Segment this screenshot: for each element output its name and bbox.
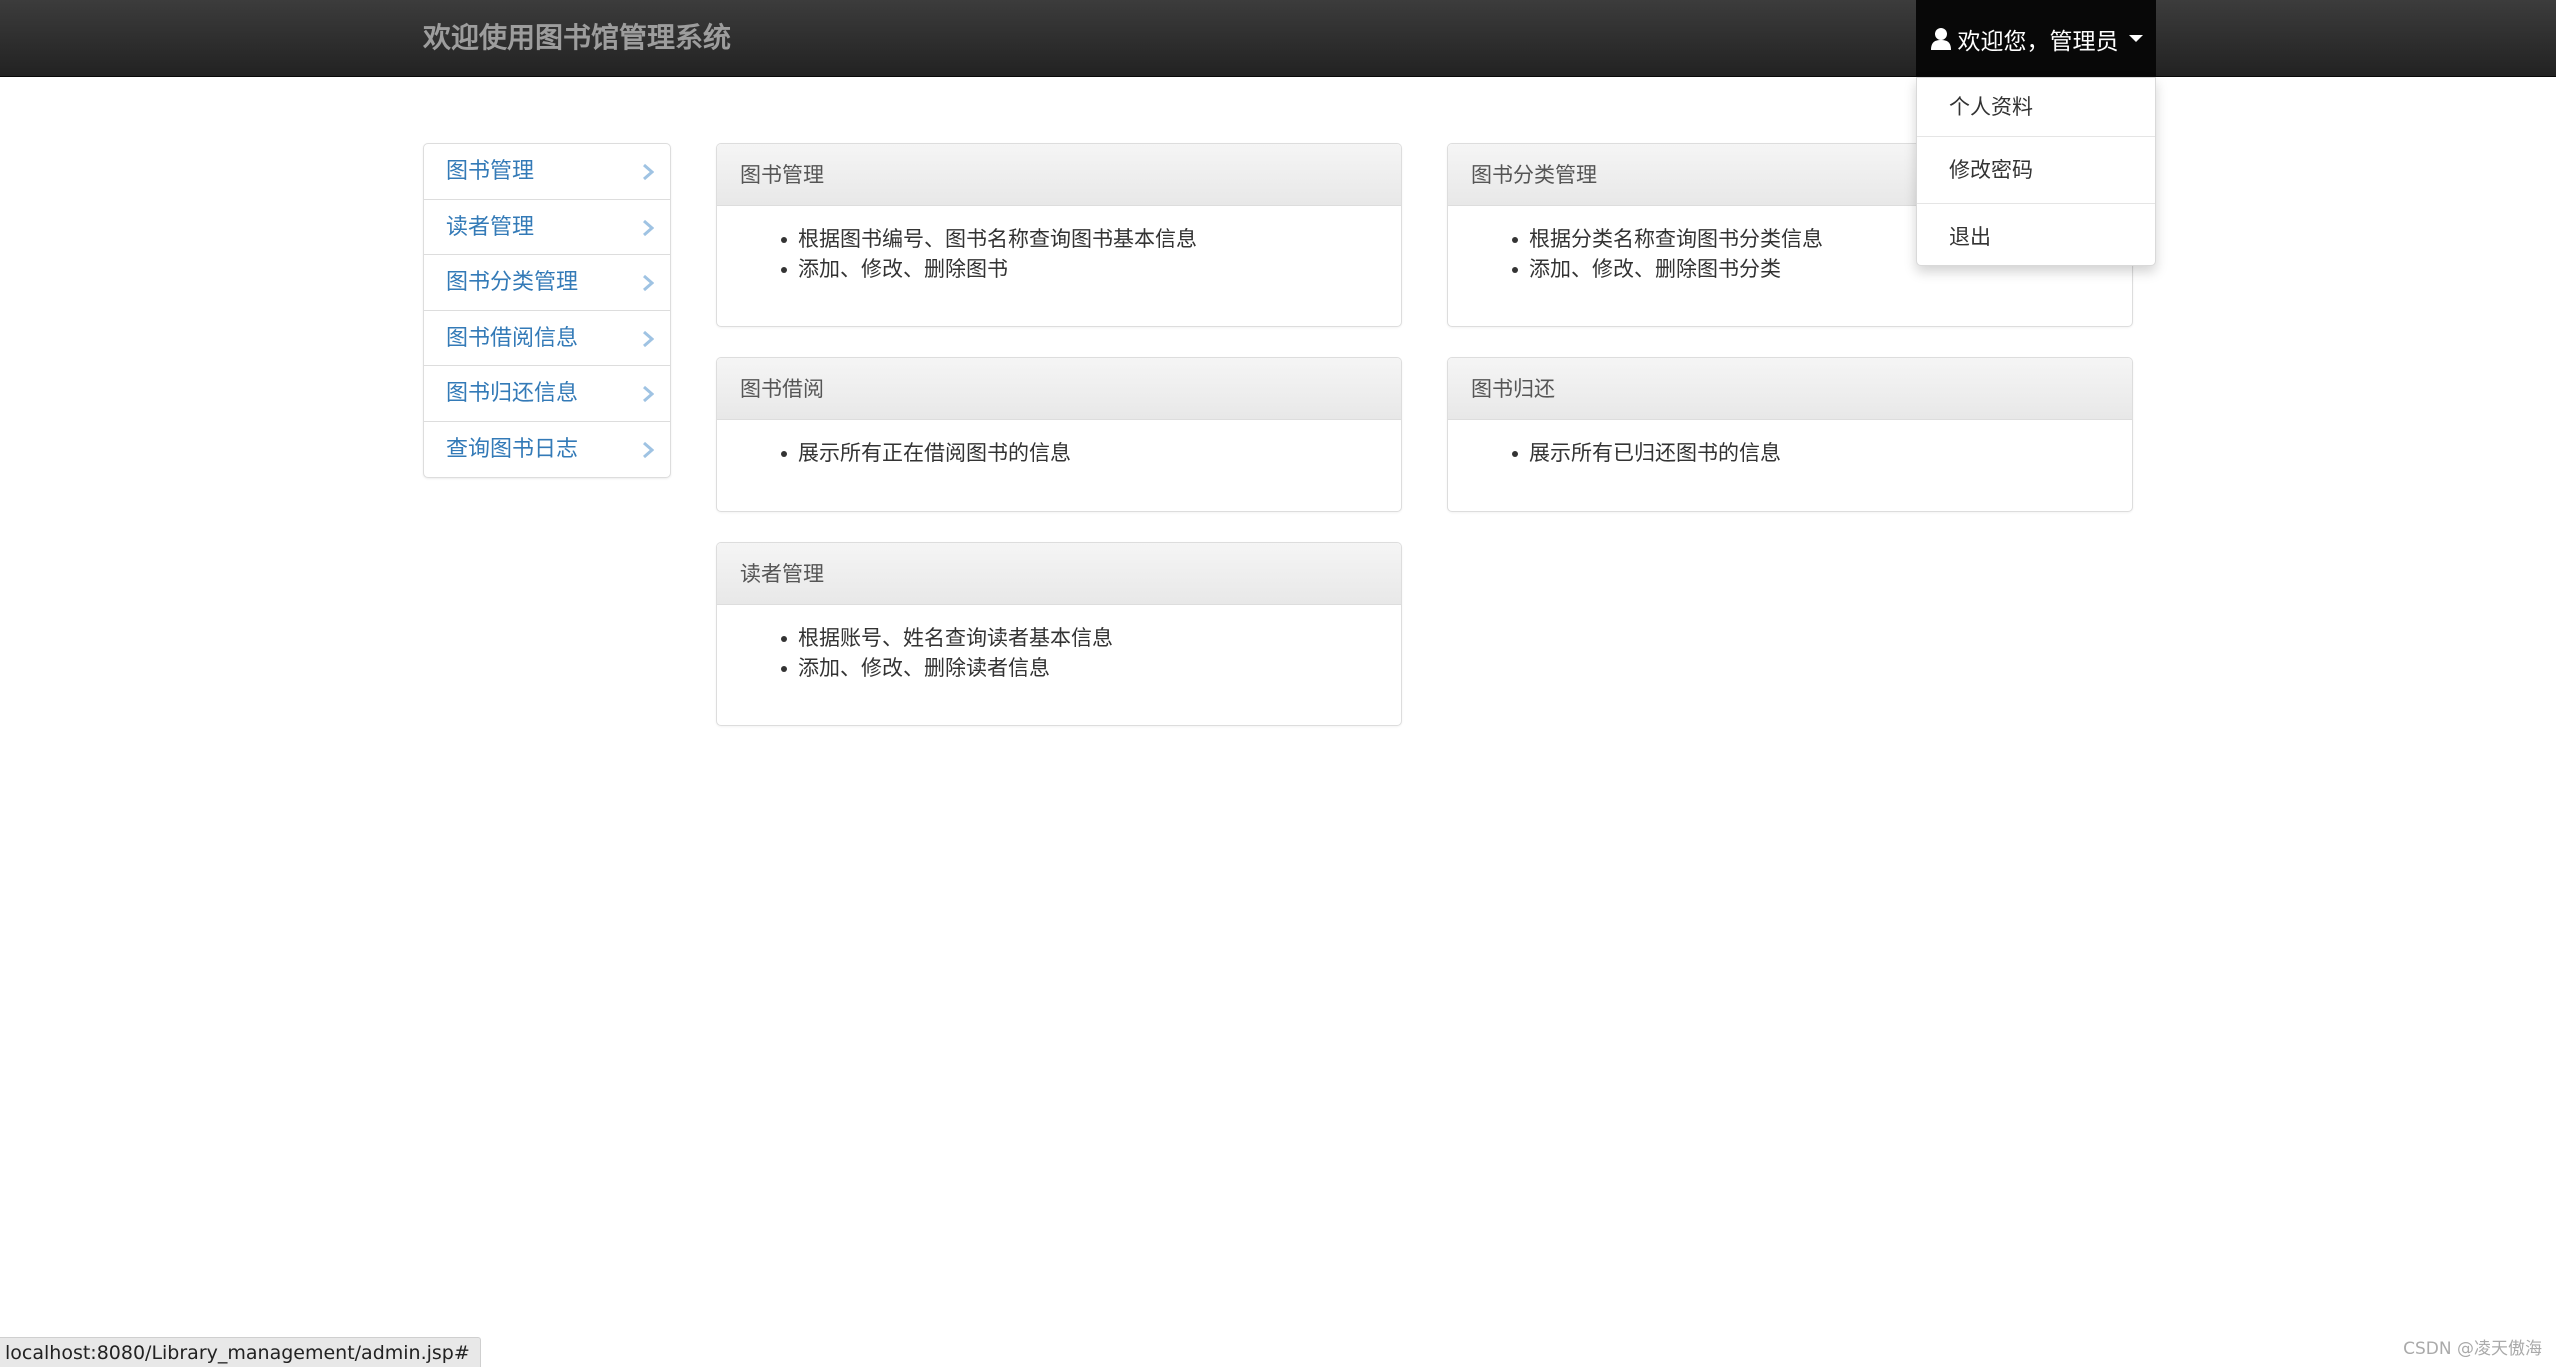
panel-book-borrow: 图书借阅 展示所有正在借阅图书的信息 — [716, 357, 1402, 512]
menu-item-change-password[interactable]: 修改密码 — [1917, 137, 2155, 203]
list-item: 添加、修改、删除图书 — [798, 254, 1378, 284]
panel-title: 读者管理 — [717, 543, 1401, 605]
top-navbar: 欢迎使用图书馆管理系统 欢迎您，管理员 — [0, 0, 2556, 77]
user-menu-toggle[interactable]: 欢迎您，管理员 — [1916, 0, 2156, 77]
panel-reader-management: 读者管理 根据账号、姓名查询读者基本信息 添加、修改、删除读者信息 — [716, 542, 1402, 726]
panel-body: 展示所有已归还图书的信息 — [1448, 420, 2132, 468]
sidebar-item-label: 图书分类管理 — [446, 270, 578, 295]
sidebar-item-label: 图书归还信息 — [446, 381, 578, 406]
sidebar-item-return-info[interactable]: 图书归还信息 — [424, 366, 670, 422]
sidebar-item-category-management[interactable]: 图书分类管理 — [424, 255, 670, 311]
feature-list: 根据图书编号、图书名称查询图书基本信息 添加、修改、删除图书 — [740, 224, 1378, 284]
panel-book-management: 图书管理 根据图书编号、图书名称查询图书基本信息 添加、修改、删除图书 — [716, 143, 1402, 327]
sidebar-item-reader-management[interactable]: 读者管理 — [424, 200, 670, 256]
csdn-watermark: CSDN @凌天傲海 — [2403, 1334, 2542, 1359]
feature-list: 根据账号、姓名查询读者基本信息 添加、修改、删除读者信息 — [740, 623, 1378, 683]
list-item: 根据账号、姓名查询读者基本信息 — [798, 623, 1378, 653]
chevron-right-icon — [642, 330, 654, 348]
caret-down-icon — [2129, 35, 2143, 42]
panel-book-return: 图书归还 展示所有已归还图书的信息 — [1447, 357, 2133, 512]
panel-title: 图书借阅 — [717, 358, 1401, 420]
sidebar-item-label: 图书管理 — [446, 159, 534, 184]
panel-title: 图书归还 — [1448, 358, 2132, 420]
list-item: 添加、修改、删除读者信息 — [798, 653, 1378, 683]
browser-status-url: localhost:8080/Library_management/admin.… — [0, 1337, 481, 1367]
list-item: 根据图书编号、图书名称查询图书基本信息 — [798, 224, 1378, 254]
panel-body: 根据图书编号、图书名称查询图书基本信息 添加、修改、删除图书 — [717, 206, 1401, 284]
sidebar-nav: 图书管理 读者管理 图书分类管理 图书借阅信息 图书归还信息 查询图书日志 — [423, 143, 671, 478]
menu-item-profile[interactable]: 个人资料 — [1917, 78, 2155, 136]
sidebar-item-label: 读者管理 — [446, 215, 534, 240]
chevron-right-icon — [642, 385, 654, 403]
user-menu-label: 欢迎您，管理员 — [1958, 22, 2119, 56]
sidebar-item-borrow-info[interactable]: 图书借阅信息 — [424, 311, 670, 367]
list-item: 展示所有正在借阅图书的信息 — [798, 438, 1378, 468]
feature-list: 展示所有已归还图书的信息 — [1471, 438, 2109, 468]
chevron-right-icon — [642, 441, 654, 459]
panel-body: 展示所有正在借阅图书的信息 — [717, 420, 1401, 468]
feature-list: 展示所有正在借阅图书的信息 — [740, 438, 1378, 468]
sidebar-item-book-log[interactable]: 查询图书日志 — [424, 422, 670, 478]
sidebar-item-label: 图书借阅信息 — [446, 326, 578, 351]
chevron-right-icon — [642, 163, 654, 181]
menu-item-logout[interactable]: 退出 — [1917, 204, 2155, 270]
chevron-right-icon — [642, 274, 654, 292]
list-item: 展示所有已归还图书的信息 — [1529, 438, 2109, 468]
chevron-right-icon — [642, 219, 654, 237]
panel-title: 图书管理 — [717, 144, 1401, 206]
panel-body: 根据账号、姓名查询读者基本信息 添加、修改、删除读者信息 — [717, 605, 1401, 683]
app-brand[interactable]: 欢迎使用图书馆管理系统 — [423, 0, 731, 77]
user-dropdown-menu: 个人资料 修改密码 退出 — [1916, 77, 2156, 266]
user-icon — [1930, 27, 1952, 51]
sidebar-item-book-management[interactable]: 图书管理 — [424, 144, 670, 200]
sidebar-item-label: 查询图书日志 — [446, 437, 578, 462]
